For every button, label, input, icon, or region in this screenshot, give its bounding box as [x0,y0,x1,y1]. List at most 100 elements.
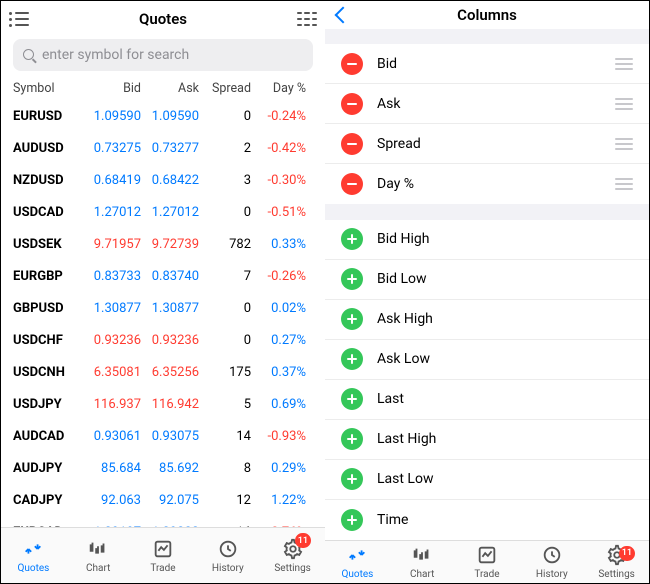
table-row[interactable]: USDCAD1.270121.270120-0.51% [1,196,325,228]
column-item[interactable]: Ask Low [325,340,649,380]
page-title: Quotes [29,10,297,28]
drag-handle-icon[interactable] [615,178,633,190]
view-simple-icon[interactable] [9,12,29,27]
cell-spread: 782 [199,237,251,252]
table-row[interactable]: AUDCAD0.930610.9307514-0.93% [1,420,325,452]
cell-ask: 1.30877 [141,301,199,316]
col-bid[interactable]: Bid [83,81,141,96]
table-row[interactable]: EURUSD1.095901.095900-0.24% [1,100,325,132]
table-row[interactable]: GBPUSD1.308771.3087700.02% [1,292,325,324]
cell-symbol: USDJPY [13,397,83,412]
tab-label: Trade [150,563,175,574]
column-item[interactable]: Last High [325,420,649,460]
tab-trade[interactable]: Trade [455,541,520,583]
add-icon[interactable] [341,348,363,370]
column-item[interactable]: Bid High [325,220,649,260]
drag-handle-icon[interactable] [615,98,633,110]
tabbar-right: QuotesChartTrade History Settings 11 [325,540,649,583]
remove-icon[interactable] [341,93,363,115]
tab-label: History [212,563,244,574]
remove-icon[interactable] [341,53,363,75]
col-symbol[interactable]: Symbol [13,81,83,96]
view-grid-icon[interactable] [297,10,317,28]
tab-chart[interactable]: Chart [390,541,455,583]
column-label: Bid Low [377,271,427,287]
section-gap [325,29,649,44]
cell-bid: 0.83733 [83,269,141,284]
tab-quotes[interactable]: Quotes [325,541,390,583]
column-item[interactable]: Last [325,380,649,420]
cell-day: 1.22% [251,493,306,508]
table-row[interactable]: EURGBP0.837330.837407-0.26% [1,260,325,292]
remove-icon[interactable] [341,173,363,195]
cell-spread: 5 [199,397,251,412]
cell-spread: 175 [199,365,251,380]
cell-symbol: USDSEK [13,237,83,252]
col-ask[interactable]: Ask [141,81,199,96]
search-input[interactable]: enter symbol for search [13,39,313,71]
table-row[interactable]: USDSEK9.719579.727397820.33% [1,228,325,260]
settings-badge: 11 [619,546,635,561]
page-title: Columns [353,6,621,24]
column-item[interactable]: Time [325,500,649,540]
column-item[interactable]: Last Low [325,460,649,500]
tab-history[interactable]: History [195,528,260,583]
remove-icon[interactable] [341,133,363,155]
cell-day: -0.26% [251,269,306,284]
add-icon[interactable] [341,228,363,250]
table-row[interactable]: CADJPY92.06392.075121.22% [1,484,325,516]
col-spread[interactable]: Spread [199,81,251,96]
cell-symbol: EURGBP [13,269,83,284]
table-row[interactable]: AUDJPY85.68485.69280.29% [1,452,325,484]
cell-ask: 0.83740 [141,269,199,284]
column-item[interactable]: Spread [325,124,649,164]
col-day[interactable]: Day % [251,81,306,96]
table-row[interactable]: USDJPY116.937116.94250.69% [1,388,325,420]
table-row[interactable]: USDCHF0.932360.9323600.27% [1,324,325,356]
quotes-columns-header: Symbol Bid Ask Spread Day % [1,77,325,100]
table-row[interactable]: USDCNH6.350816.352561750.37% [1,356,325,388]
cell-symbol: EURUSD [13,109,83,124]
add-icon[interactable] [341,388,363,410]
active-columns-list: BidAsk Spread Day % [325,44,649,204]
table-row[interactable]: NZDUSD0.684190.684223-0.30% [1,164,325,196]
column-item[interactable]: Ask [325,84,649,124]
column-item[interactable]: Ask High [325,300,649,340]
tab-settings[interactable]: Settings11 [260,528,325,583]
cell-bid: 85.684 [83,461,141,476]
cell-symbol: USDCAD [13,205,83,220]
column-item[interactable]: Bid [325,44,649,84]
add-icon[interactable] [341,509,363,531]
drag-handle-icon[interactable] [615,138,633,150]
tab-label: Chart [86,563,110,574]
tab-label: Settings [598,569,635,580]
table-row[interactable]: AUDUSD0.732750.732772-0.42% [1,132,325,164]
column-label: Spread [377,136,421,152]
add-icon[interactable] [341,468,363,490]
back-button[interactable] [333,9,353,21]
add-icon[interactable] [341,308,363,330]
cell-spread: 0 [199,109,251,124]
cell-bid: 92.063 [83,493,141,508]
tab-label: Quotes [17,563,49,574]
tab-trade[interactable]: Trade [131,528,196,583]
tab-quotes[interactable]: Quotes [1,528,66,583]
tab-chart[interactable]: Chart [66,528,131,583]
cell-spread: 8 [199,461,251,476]
table-row[interactable]: EURCAD1.391871.3920316-0.76% [1,516,325,527]
tab-label: Settings [274,563,311,574]
tab-label: History [536,569,568,580]
column-item[interactable]: Bid Low [325,260,649,300]
tab-history[interactable]: History [519,541,584,583]
cell-spread: 14 [199,429,251,444]
drag-handle-icon[interactable] [615,58,633,70]
cell-bid: 0.93236 [83,333,141,348]
tab-settings[interactable]: Settings 11 [584,541,649,583]
add-icon[interactable] [341,428,363,450]
cell-symbol: NZDUSD [13,173,83,188]
columns-pane: Columns BidAsk Spread Day % Bid High Bid Lo… [325,1,649,583]
add-icon[interactable] [341,268,363,290]
quotes-table: EURUSD1.095901.095900-0.24%AUDUSD0.73275… [1,100,325,527]
cell-ask: 0.93236 [141,333,199,348]
column-item[interactable]: Day % [325,164,649,204]
